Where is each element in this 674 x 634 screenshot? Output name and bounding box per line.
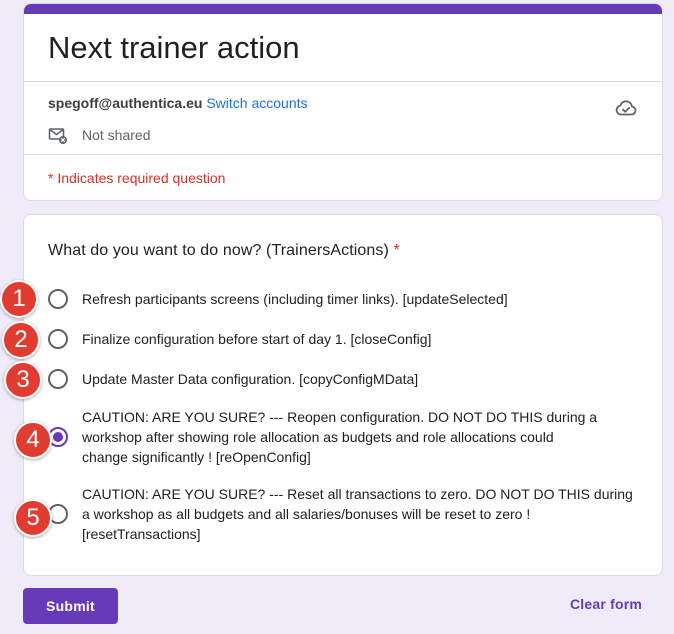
option-label: Finalize configuration before start of d…: [82, 331, 432, 347]
number-badge: 4: [14, 421, 52, 459]
google-form-page: Next trainer action spegoff@authentica.e…: [0, 0, 674, 634]
not-shared-text: Not shared: [82, 127, 151, 143]
radio-button[interactable]: [48, 369, 68, 389]
question-card: What do you want to do now? (TrainersAct…: [23, 214, 663, 576]
option-reopen-config[interactable]: CAUTION: ARE YOU SURE? --- Reopen config…: [48, 407, 638, 467]
form-title: Next trainer action: [48, 30, 300, 65]
mail-not-shared-icon: [48, 128, 67, 144]
number-badge: 1: [0, 280, 38, 318]
cloud-check-icon[interactable]: [614, 96, 638, 120]
account-row: spegoff@authentica.eu Switch accounts: [48, 95, 308, 111]
clear-form-button[interactable]: Clear form: [570, 596, 670, 612]
required-note: * Indicates required question: [48, 170, 226, 186]
option-update-selected[interactable]: Refresh participants screens (including …: [48, 289, 638, 309]
account-email: spegoff@authentica.eu: [48, 95, 203, 111]
submit-button[interactable]: Submit: [23, 588, 118, 624]
question-text: What do you want to do now? (TrainersAct…: [48, 242, 389, 259]
option-label: Refresh participants screens (including …: [82, 291, 508, 307]
number-badge: 5: [14, 499, 52, 537]
accent-bar: [24, 4, 662, 14]
header-divider-2: [24, 154, 662, 155]
form-header-card: Next trainer action spegoff@authentica.e…: [23, 3, 663, 201]
number-badge: 3: [4, 361, 42, 399]
option-copy-config-mdata[interactable]: Update Master Data configuration. [copyC…: [48, 369, 638, 389]
radio-button[interactable]: [48, 289, 68, 309]
option-label: Update Master Data configuration. [copyC…: [82, 371, 419, 387]
sharing-status: Not shared: [48, 122, 150, 148]
question-title: What do you want to do now? (TrainersAct…: [48, 242, 400, 260]
option-label: CAUTION: ARE YOU SURE? --- Reopen config…: [82, 409, 598, 465]
option-label: CAUTION: ARE YOU SURE? --- Reset all tra…: [82, 486, 633, 542]
header-divider: [24, 81, 662, 82]
required-asterisk: *: [393, 242, 400, 259]
radio-button[interactable]: [48, 329, 68, 349]
option-reset-transactions[interactable]: CAUTION: ARE YOU SURE? --- Reset all tra…: [48, 484, 638, 544]
option-close-config[interactable]: Finalize configuration before start of d…: [48, 329, 638, 349]
switch-accounts-link[interactable]: Switch accounts: [206, 95, 307, 111]
number-badge: 2: [2, 321, 40, 359]
